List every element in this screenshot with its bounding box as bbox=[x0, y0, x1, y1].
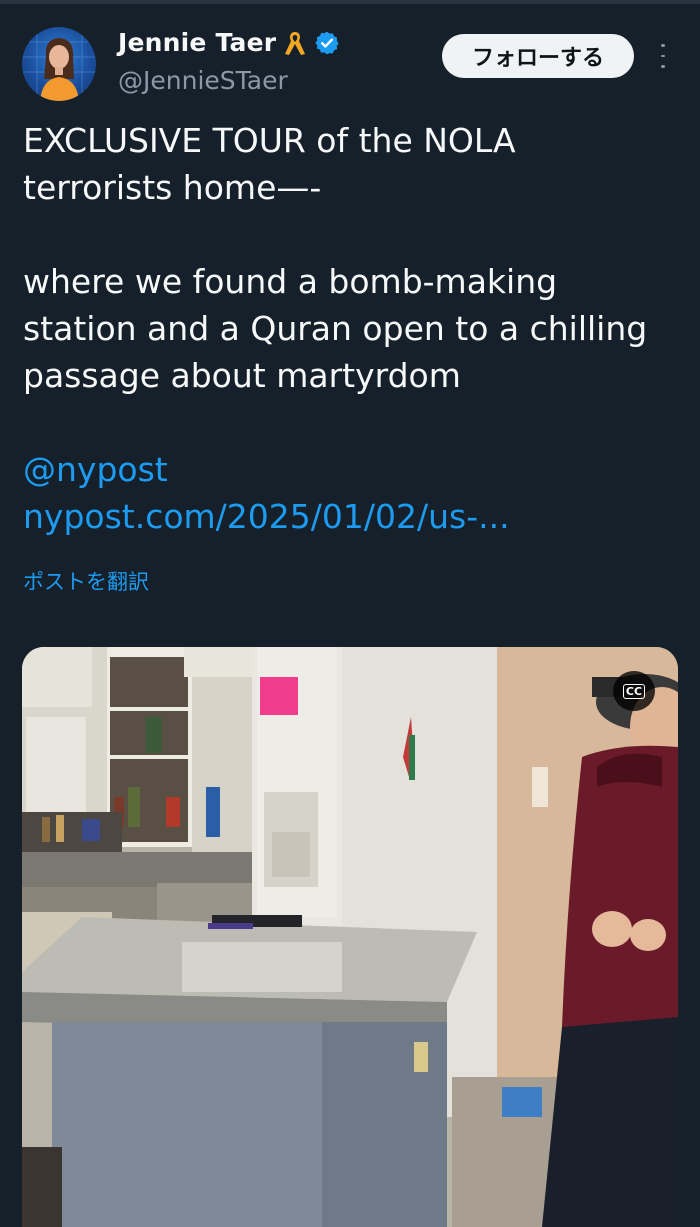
tweet-paragraph: where we found a bomb-making station and… bbox=[23, 262, 648, 395]
tweet-text: EXCLUSIVE TOUR of the NOLA terrorists ho… bbox=[23, 117, 673, 540]
avatar-image bbox=[22, 27, 96, 101]
author-display-name[interactable]: Jennie Taer bbox=[118, 28, 276, 57]
translate-post-link[interactable]: ポストを翻訳 bbox=[23, 566, 149, 596]
article-link[interactable]: nypost.com/2025/01/02/us-... bbox=[23, 493, 673, 540]
author-name-row[interactable]: Jennie Taer bbox=[118, 28, 340, 57]
video-media[interactable] bbox=[22, 647, 678, 1227]
tweet-paragraph: EXCLUSIVE TOUR of the NOLA terrorists ho… bbox=[23, 121, 516, 207]
more-options-icon[interactable] bbox=[654, 40, 672, 72]
closed-captions-icon[interactable]: CC bbox=[613, 671, 655, 711]
author-handle[interactable]: @JennieSTaer bbox=[118, 66, 288, 95]
follow-button[interactable]: フォローする bbox=[442, 34, 634, 78]
video-frame bbox=[22, 647, 678, 1227]
cc-label: CC bbox=[622, 683, 646, 699]
top-divider bbox=[0, 0, 700, 4]
author-avatar[interactable] bbox=[22, 27, 96, 101]
verified-badge-icon bbox=[314, 30, 340, 56]
mention-link[interactable]: @nypost bbox=[23, 446, 673, 493]
awareness-ribbon-icon bbox=[282, 29, 308, 57]
